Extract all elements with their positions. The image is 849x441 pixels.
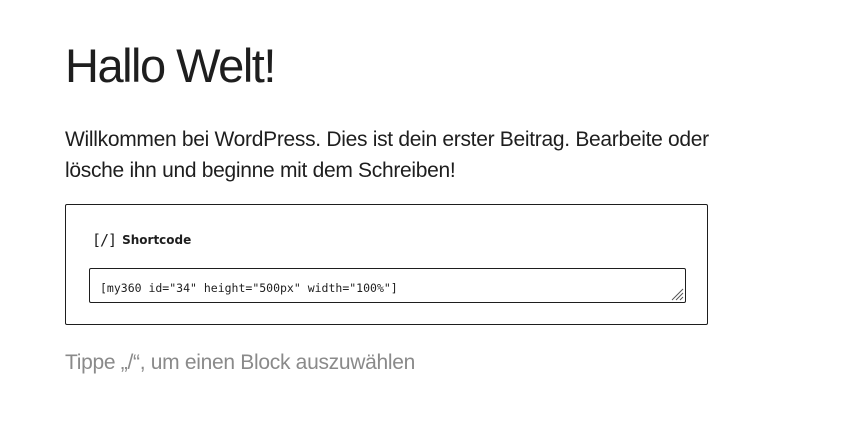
- resize-handle-icon[interactable]: [670, 287, 684, 301]
- post-title[interactable]: Hallo Welt!: [65, 38, 276, 94]
- paragraph-block[interactable]: Willkommen bei WordPress. Dies ist dein …: [65, 124, 725, 186]
- block-label: [/] Shortcode: [92, 231, 191, 249]
- shortcode-value: [my360 id="34" height="500px" width="100…: [100, 280, 398, 295]
- shortcode-textarea[interactable]: [my360 id="34" height="500px" width="100…: [89, 268, 686, 303]
- shortcode-block[interactable]: [/] Shortcode [my360 id="34" height="500…: [65, 204, 708, 325]
- shortcode-icon: [/]: [92, 231, 117, 249]
- block-name: Shortcode: [122, 233, 192, 247]
- block-appender-placeholder[interactable]: Tippe „/“, um einen Block auszuwählen: [65, 347, 415, 378]
